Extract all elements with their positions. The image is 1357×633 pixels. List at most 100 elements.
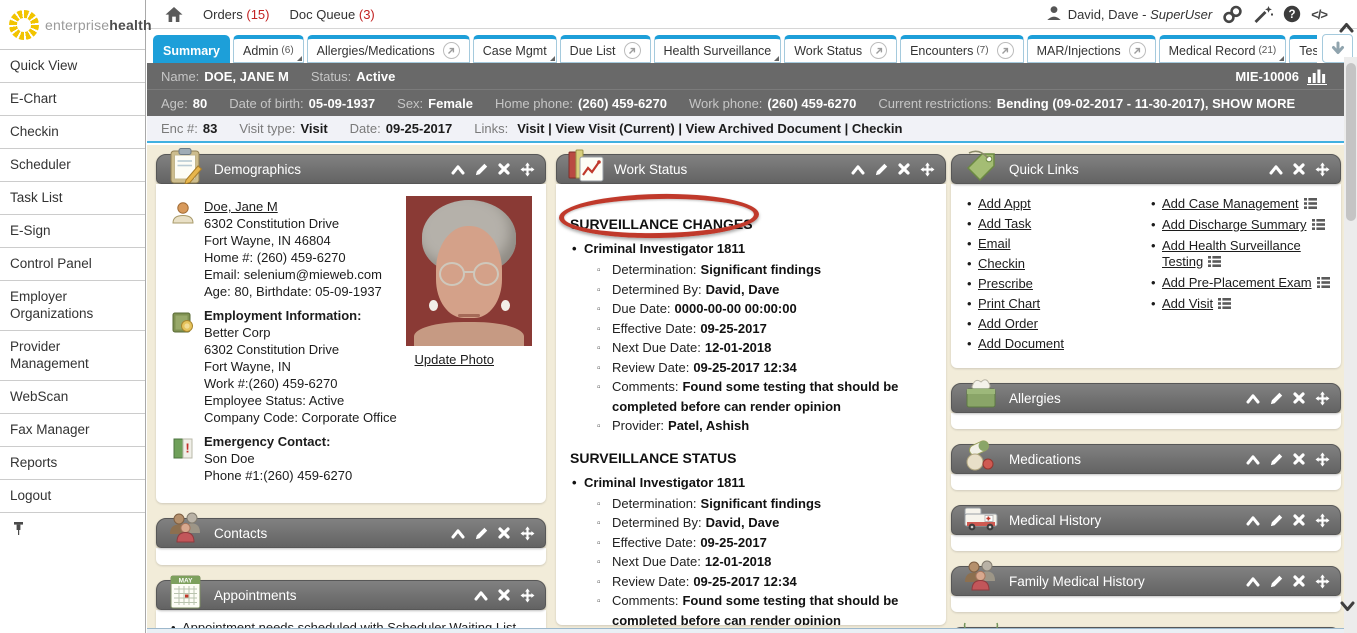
- sidebar-item[interactable]: Logout: [0, 480, 145, 513]
- wand-icon[interactable]: [1253, 5, 1273, 24]
- sidebar-item[interactable]: Employer Organizations: [0, 281, 145, 331]
- medical-history-header[interactable]: Medical History: [951, 505, 1341, 535]
- sidebar-item[interactable]: E-Chart: [0, 83, 145, 116]
- quick-link[interactable]: Add Appt: [978, 196, 1031, 211]
- edit-icon[interactable]: [1270, 575, 1283, 588]
- tab[interactable]: Work Status: [784, 35, 897, 63]
- quick-link[interactable]: Add Health Surveillance Testing: [1162, 238, 1301, 269]
- scroll-up-indicator[interactable]: [1339, 21, 1354, 36]
- tab[interactable]: Health Surveillance: [654, 35, 782, 63]
- move-icon[interactable]: [920, 162, 935, 177]
- list-menu-icon[interactable]: [1208, 255, 1221, 271]
- demographics-header[interactable]: Demographics: [156, 154, 546, 184]
- scrollbar-thumb[interactable]: [1346, 63, 1356, 221]
- close-icon[interactable]: [498, 589, 510, 601]
- move-icon[interactable]: [1315, 574, 1330, 589]
- list-menu-icon[interactable]: [1317, 276, 1330, 292]
- list-menu-icon[interactable]: [1312, 218, 1325, 234]
- update-photo-link[interactable]: Update Photo: [414, 352, 494, 367]
- edit-icon[interactable]: [475, 527, 488, 540]
- code-icon[interactable]: </>: [1311, 7, 1327, 22]
- move-icon[interactable]: [520, 526, 535, 541]
- quick-link[interactable]: Add Order: [978, 316, 1038, 331]
- close-icon[interactable]: [1293, 575, 1305, 587]
- current-user[interactable]: David, Dave - SuperUser: [1046, 5, 1213, 24]
- list-menu-icon[interactable]: [1304, 197, 1317, 213]
- tab[interactable]: Test Results: [1289, 35, 1317, 63]
- quick-link[interactable]: Email: [978, 236, 1011, 251]
- move-icon[interactable]: [1315, 452, 1330, 467]
- collapse-icon[interactable]: [851, 164, 865, 175]
- pin-icon[interactable]: [12, 524, 25, 539]
- sidebar-item[interactable]: Fax Manager: [0, 414, 145, 447]
- tab[interactable]: Admin (6): [233, 35, 304, 63]
- edit-icon[interactable]: [875, 163, 888, 176]
- sidebar-item[interactable]: WebScan: [0, 381, 145, 414]
- bar-chart-icon[interactable]: [1307, 68, 1327, 85]
- quick-link[interactable]: Add Visit: [1162, 296, 1213, 311]
- move-icon[interactable]: [1315, 391, 1330, 406]
- orders-link[interactable]: Orders (15): [203, 7, 269, 22]
- medications-header[interactable]: Medications: [951, 444, 1341, 474]
- quick-link[interactable]: Add Pre-Placement Exam: [1162, 275, 1312, 290]
- home-icon[interactable]: [165, 6, 183, 23]
- list-menu-icon[interactable]: [1218, 297, 1231, 313]
- help-icon[interactable]: ?: [1283, 5, 1301, 23]
- quick-links-header[interactable]: Quick Links: [951, 154, 1341, 184]
- scroll-down-indicator[interactable]: [1340, 600, 1355, 615]
- close-icon[interactable]: [1293, 163, 1305, 175]
- move-icon[interactable]: [1315, 162, 1330, 177]
- encounter-link[interactable]: Checkin: [845, 121, 903, 136]
- sidebar-item[interactable]: Reports: [0, 447, 145, 480]
- move-icon[interactable]: [520, 162, 535, 177]
- sidebar-item[interactable]: Control Panel: [0, 248, 145, 281]
- move-icon[interactable]: [1315, 513, 1330, 528]
- close-icon[interactable]: [498, 163, 510, 175]
- family-medical-history-header[interactable]: Family Medical History: [951, 566, 1341, 596]
- doc-queue-link[interactable]: Doc Queue (3): [289, 7, 374, 22]
- encounter-link[interactable]: View Archived Document: [678, 121, 841, 136]
- collapse-icon[interactable]: [1246, 515, 1260, 526]
- sidebar-item[interactable]: Task List: [0, 182, 145, 215]
- collapse-icon[interactable]: [474, 590, 488, 601]
- collapse-icon[interactable]: [451, 528, 465, 539]
- close-icon[interactable]: [1293, 392, 1305, 404]
- sidebar-item[interactable]: Scheduler: [0, 149, 145, 182]
- sidebar-item[interactable]: Checkin: [0, 116, 145, 149]
- edit-icon[interactable]: [475, 163, 488, 176]
- quick-link[interactable]: Add Task: [978, 216, 1031, 231]
- contacts-header[interactable]: Contacts: [156, 518, 546, 548]
- link-icon[interactable]: [1222, 5, 1243, 24]
- collapse-icon[interactable]: [1246, 576, 1260, 587]
- tab[interactable]: Encounters (7): [900, 35, 1023, 63]
- sidebar-item[interactable]: Quick View: [0, 50, 145, 83]
- tab[interactable]: Case Mgmt: [473, 35, 557, 63]
- move-icon[interactable]: [520, 588, 535, 603]
- allergies-header[interactable]: Allergies: [951, 383, 1341, 413]
- edit-icon[interactable]: [1270, 453, 1283, 466]
- collapse-icon[interactable]: [1246, 393, 1260, 404]
- tab[interactable]: MAR/Injections: [1027, 35, 1156, 63]
- sidebar-item[interactable]: Provider Management: [0, 331, 145, 381]
- tab[interactable]: Due List: [560, 35, 651, 63]
- collapse-icon[interactable]: [1246, 454, 1260, 465]
- tab[interactable]: Medical Record (21): [1159, 35, 1287, 63]
- close-icon[interactable]: [1293, 514, 1305, 526]
- encounter-link[interactable]: Visit: [517, 121, 544, 136]
- encounter-link[interactable]: View Visit (Current): [548, 121, 675, 136]
- quick-link[interactable]: Add Discharge Summary: [1162, 217, 1307, 232]
- sidebar-item[interactable]: E-Sign: [0, 215, 145, 248]
- tab[interactable]: Allergies/Medications: [307, 35, 470, 63]
- close-icon[interactable]: [898, 163, 910, 175]
- close-icon[interactable]: [1293, 453, 1305, 465]
- app-logo[interactable]: enterprisehealth: [0, 0, 145, 50]
- close-icon[interactable]: [498, 527, 510, 539]
- work-status-header[interactable]: Work Status: [556, 154, 946, 184]
- appointments-header[interactable]: MAY Appointments: [156, 580, 546, 610]
- quick-link[interactable]: Checkin: [978, 256, 1025, 271]
- vertical-scrollbar[interactable]: [1344, 57, 1357, 633]
- quick-link[interactable]: Add Document: [978, 336, 1064, 351]
- tab[interactable]: Summary: [153, 35, 230, 63]
- collapse-icon[interactable]: [1269, 164, 1283, 175]
- quick-link[interactable]: Print Chart: [978, 296, 1040, 311]
